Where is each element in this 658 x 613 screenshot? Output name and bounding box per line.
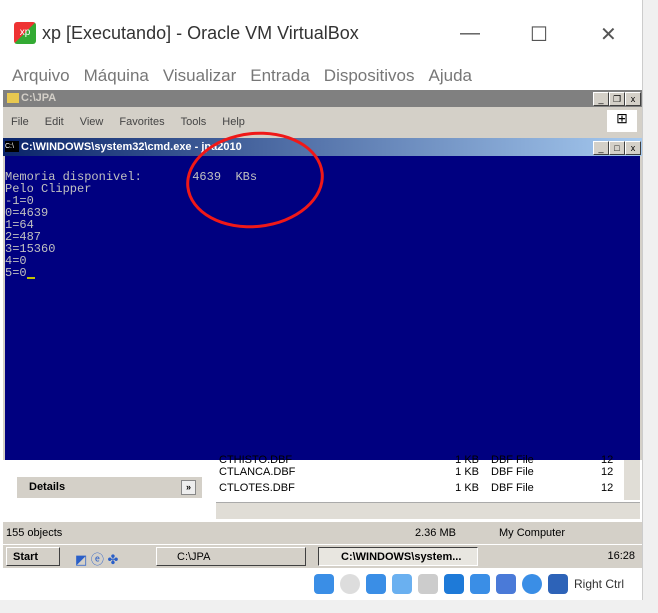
cmd-icon: C:\ (5, 141, 19, 152)
host-key-label: Right Ctrl (573, 577, 624, 591)
xp-taskbar: Start ◩ ⓔ ✤ C:\JPA C:\WINDOWS\system... … (3, 544, 642, 568)
console-line: -1=0 (5, 194, 34, 208)
seamless-icon[interactable] (469, 574, 490, 594)
vertical-scrollbar[interactable] (624, 460, 640, 500)
menu-maquina[interactable]: Máquina (84, 66, 149, 86)
console-output[interactable]: Memoria disponivel: 4639 KBs Pelo Clipper… (5, 156, 640, 475)
optical-disk-icon[interactable] (339, 574, 360, 594)
cmd-close[interactable]: x (625, 141, 641, 155)
text-cursor (26, 277, 35, 279)
menu-entrada[interactable]: Entrada (250, 66, 310, 86)
title-text: xp [Executando] - Oracle VM VirtualBox (42, 22, 359, 43)
start-button[interactable]: Start (6, 547, 60, 566)
vm-screen[interactable]: C:\JPA _ ❐ x File Edit View Favorites To… (3, 90, 642, 568)
window-title: xp xp [Executando] - Oracle VM VirtualBox (14, 22, 359, 44)
console-line: 3=15360 (5, 242, 56, 256)
console-line: 1=64 (5, 218, 34, 232)
usb-icon[interactable] (391, 574, 412, 594)
menu-dispositivos[interactable]: Dispositivos (324, 66, 415, 86)
virtualbox-window: xp xp [Executando] - Oracle VM VirtualBox… (0, 0, 643, 600)
hard-disk-icon[interactable] (313, 574, 334, 594)
folder-icon (7, 93, 19, 103)
horizontal-scrollbar[interactable] (216, 502, 640, 519)
maximize-button[interactable]: ☐ (530, 22, 548, 47)
menu-tools[interactable]: Tools (181, 116, 207, 128)
file-row[interactable]: CTHISTO.DBF 1 KB DBF File 12 (219, 454, 619, 466)
explorer-close[interactable]: x (625, 92, 641, 106)
explorer-menubar: File Edit View Favorites Tools Help (3, 110, 642, 134)
windows-logo-icon: ⊞ (607, 110, 637, 132)
explorer-title: C:\JPA (3, 90, 642, 107)
menu-help[interactable]: Help (222, 116, 245, 128)
quick-launch-icons[interactable]: ◩ ⓔ ✤ (75, 549, 118, 568)
menu-view[interactable]: View (80, 116, 104, 128)
vbox-menubar: Arquivo Máquina Visualizar Entrada Dispo… (12, 66, 486, 86)
shared-folder-icon[interactable] (417, 574, 438, 594)
xp-logo-icon: xp (14, 22, 36, 44)
network-icon[interactable] (365, 574, 386, 594)
chevron-down-icon[interactable]: » (181, 480, 196, 495)
console-line: 2=487 (5, 230, 42, 244)
task-cmd[interactable]: C:\WINDOWS\system... (318, 547, 478, 566)
minimize-button[interactable]: — (460, 22, 480, 45)
vbox-statusbar: Right Ctrl (0, 568, 642, 600)
system-clock: 16:28 (607, 550, 635, 562)
menu-arquivo[interactable]: Arquivo (12, 66, 70, 86)
cmd-title: C:\WINDOWS\system32\cmd.exe - jpa2010 (3, 138, 642, 156)
object-count: 155 objects (6, 527, 63, 539)
file-row[interactable]: CTLOTES.DBF 1 KB DBF File 12 (219, 482, 619, 494)
display-icon[interactable] (443, 574, 464, 594)
menu-ajuda[interactable]: Ajuda (429, 66, 472, 86)
task-explorer[interactable]: C:\JPA (156, 547, 306, 566)
console-line: 4=0 (5, 254, 27, 268)
explorer-statusbar: 155 objects 2.36 MB My Computer (3, 524, 642, 542)
explorer-minimize[interactable]: _ (593, 92, 609, 106)
console-line: 5=0 (5, 266, 27, 280)
download-icon[interactable] (547, 574, 568, 594)
explorer-restore[interactable]: ❐ (609, 92, 625, 106)
explorer-content: Details » CTHISTO.DBF 1 KB DBF File 12 CTLAN… (3, 454, 642, 522)
cpu-icon[interactable] (495, 574, 516, 594)
close-button[interactable]: ✕ (600, 22, 617, 47)
details-label: Details (29, 481, 66, 493)
file-row[interactable]: CTLANCA.DBF 1 KB DBF File 12 (219, 466, 619, 478)
menu-edit[interactable]: Edit (45, 116, 64, 128)
cmd-maximize[interactable]: □ (609, 141, 625, 155)
mouse-integration-icon[interactable] (521, 574, 542, 594)
location-label: My Computer (499, 527, 566, 539)
cmd-minimize[interactable]: _ (593, 141, 609, 155)
details-panel-header[interactable]: Details » (17, 477, 202, 498)
menu-favorites[interactable]: Favorites (119, 116, 164, 128)
menu-visualizar[interactable]: Visualizar (163, 66, 236, 86)
menu-file[interactable]: File (11, 116, 29, 128)
console-line: 0=4639 (5, 206, 49, 220)
total-size: 2.36 MB (415, 527, 456, 539)
